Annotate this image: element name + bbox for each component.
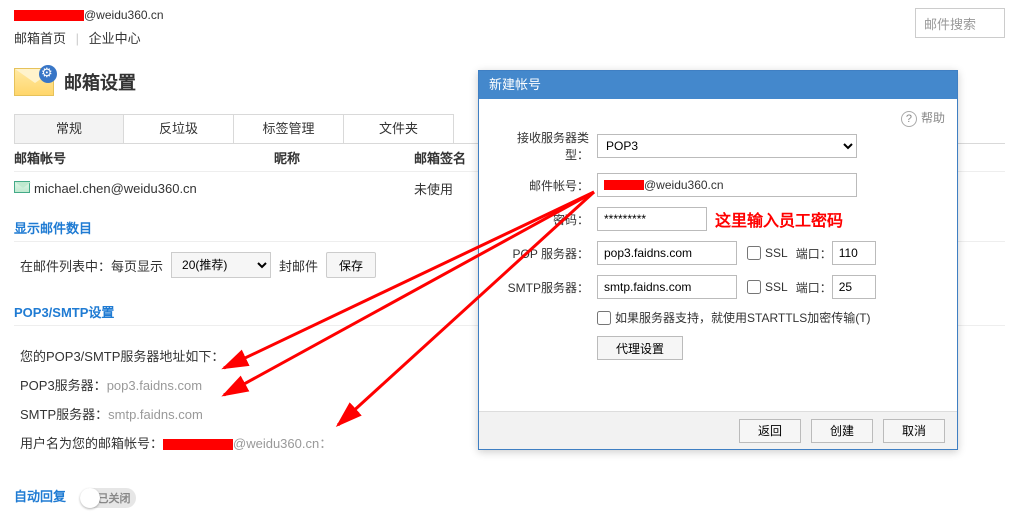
starttls-label: 如果服务器支持，就使用STARTTLS加密传输(T) <box>615 309 871 326</box>
per-page-select[interactable]: 20(推荐) <box>171 252 271 278</box>
display-count-suffix: 封邮件 <box>279 256 318 275</box>
pop3-label: POP3服务器： <box>20 378 107 393</box>
account-signature-status: 未使用 <box>414 179 453 198</box>
port-label-2: 端口： <box>796 279 832 296</box>
smtp-port-input[interactable] <box>832 275 876 299</box>
pop-ssl-checkbox[interactable] <box>747 246 761 260</box>
display-count-label: 在邮件列表中：每页显示 <box>20 256 163 275</box>
smtp-server-input[interactable] <box>597 275 737 299</box>
tab-general[interactable]: 常规 <box>14 114 124 143</box>
mail-account-input[interactable]: @weidu360.cn <box>597 173 857 197</box>
new-account-dialog: 新建帐号 帮助 接收服务器类型： POP3 邮件帐号： @weidu360.cn… <box>478 70 958 450</box>
password-label: 密码： <box>497 211 597 228</box>
create-button[interactable]: 创建 <box>811 419 873 443</box>
ssl-label-2: SSL <box>765 280 788 294</box>
autoreply-toggle[interactable]: 已关闭 <box>80 488 136 508</box>
smtp-server-label: SMTP服务器： <box>497 279 597 296</box>
settings-icon <box>14 68 54 96</box>
smtp-label: SMTP服务器： <box>20 407 108 422</box>
section-autoreply: 自动回复 <box>14 489 66 504</box>
account-email: michael.chen@weidu360.cn <box>34 181 197 196</box>
ssl-label: SSL <box>765 246 788 260</box>
mail-account-label: 邮件帐号： <box>497 177 597 194</box>
port-label: 端口： <box>796 245 832 262</box>
page-title: 邮箱设置 <box>64 69 136 95</box>
proxy-settings-button[interactable]: 代理设置 <box>597 336 683 360</box>
current-user-email: @weidu360.cn <box>14 8 164 22</box>
nav-enterprise[interactable]: 企业中心 <box>89 31 141 46</box>
back-button[interactable]: 返回 <box>739 419 801 443</box>
server-type-label: 接收服务器类型： <box>497 129 597 163</box>
smtp-value: smtp.faidns.com <box>108 407 203 422</box>
mail-icon <box>14 181 30 193</box>
search-input[interactable]: 邮件搜索 <box>915 8 1005 38</box>
dialog-title: 新建帐号 <box>479 71 957 99</box>
username-suffix: @weidu360.cn： <box>233 436 332 451</box>
tab-spam[interactable]: 反垃圾 <box>124 114 234 143</box>
smtp-ssl-checkbox[interactable] <box>747 280 761 294</box>
cancel-button[interactable]: 取消 <box>883 419 945 443</box>
save-button[interactable]: 保存 <box>326 252 376 278</box>
password-input[interactable] <box>597 207 707 231</box>
pop-server-input[interactable] <box>597 241 737 265</box>
username-label: 用户名为您的邮箱帐号： <box>20 436 163 451</box>
tab-tags[interactable]: 标签管理 <box>234 114 344 143</box>
col-nick: 昵称 <box>274 148 414 167</box>
password-hint: 这里输入员工密码 <box>715 207 843 231</box>
nav-home[interactable]: 邮箱首页 <box>14 31 66 46</box>
help-link[interactable]: 帮助 <box>901 109 945 127</box>
pop3-value: pop3.faidns.com <box>107 378 202 393</box>
col-account: 邮箱帐号 <box>14 148 274 167</box>
pop-port-input[interactable] <box>832 241 876 265</box>
col-signature: 邮箱签名 <box>414 148 466 167</box>
pop-server-label: POP 服务器： <box>497 245 597 262</box>
server-type-select[interactable]: POP3 <box>597 134 857 158</box>
starttls-checkbox[interactable] <box>597 311 611 325</box>
tab-folder[interactable]: 文件夹 <box>344 114 454 143</box>
